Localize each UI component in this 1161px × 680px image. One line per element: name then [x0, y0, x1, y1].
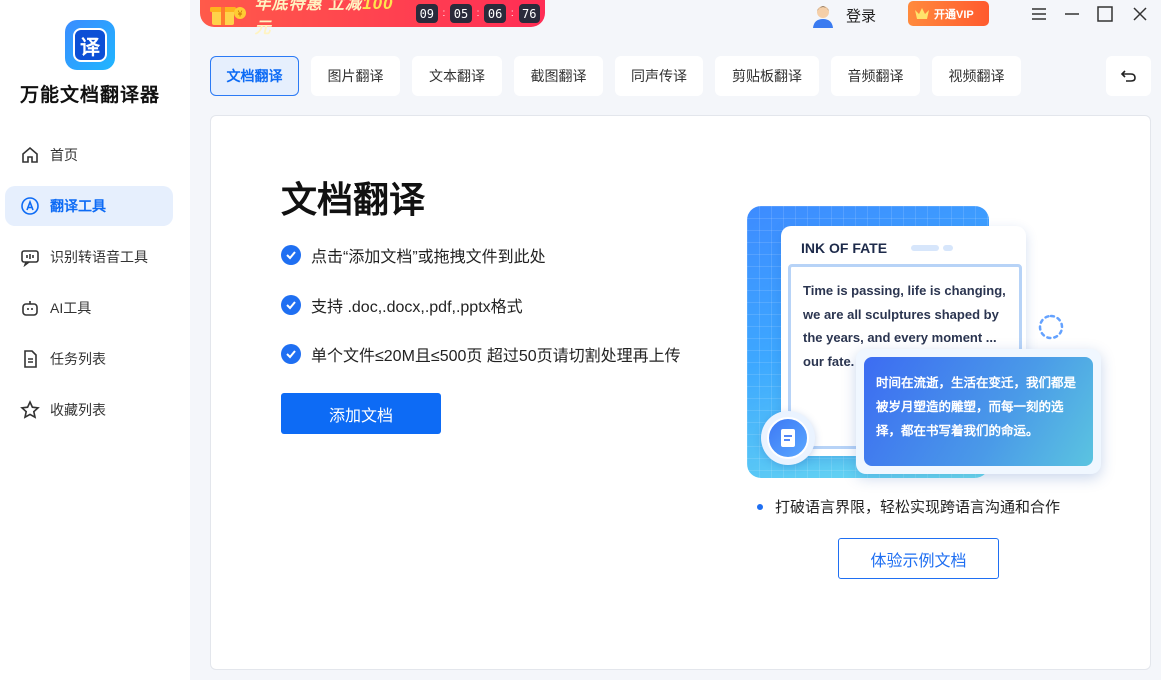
illustration-translation: 时间在流逝，生活在变迁，我们都是被岁月塑造的雕塑，而每一刻的选择，都在书写着我们…	[856, 349, 1101, 474]
tab-video-translate[interactable]: 视频翻译	[932, 56, 1021, 96]
sidebar-item-voice-tools[interactable]: 识别转语音工具	[5, 237, 173, 277]
app-name: 万能文档翻译器	[19, 85, 160, 106]
task-list-icon	[20, 349, 40, 369]
sidebar-item-label: 首页	[50, 147, 78, 163]
svg-text:¥: ¥	[237, 9, 242, 18]
sidebar-item-label: 翻译工具	[50, 198, 106, 214]
translate-icon	[20, 196, 40, 216]
maximize-icon[interactable]	[1095, 4, 1115, 24]
sidebar: 译 万能文档翻译器 首页 翻译工具 识别转语音工具 AI工具 任务列表 收藏列表	[0, 0, 190, 680]
check-icon	[281, 344, 301, 364]
countdown-minutes: 05	[450, 4, 472, 23]
main-panel: 文档翻译 点击“添加文档”或拖拽文件到此处 支持 .doc,.docx,.pdf…	[210, 115, 1151, 670]
sidebar-item-favorites[interactable]: 收藏列表	[5, 390, 173, 430]
gift-icon: ¥	[208, 0, 255, 27]
doc-title: INK OF FATE	[801, 240, 888, 256]
tab-document-translate[interactable]: 文档翻译	[210, 56, 299, 96]
sidebar-item-home[interactable]: 首页	[5, 135, 173, 175]
try-sample-document-button[interactable]: 体验示例文档	[838, 538, 999, 579]
tab-text-translate[interactable]: 文本翻译	[412, 56, 502, 96]
translation-text: 时间在流逝，生活在变迁，我们都是被岁月塑造的雕塑，而每一刻的选择，都在书写着我们…	[864, 357, 1093, 466]
feature-item: 支持 .doc,.docx,.pdf,.pptx格式	[281, 293, 523, 317]
add-document-button[interactable]: 添加文档	[281, 393, 441, 434]
sidebar-item-ai-tools[interactable]: AI工具	[5, 288, 173, 328]
app-logo: 译	[65, 20, 115, 70]
promo-text: 年底特惠 立减100元	[254, 0, 394, 37]
loading-spinner-icon	[1038, 314, 1064, 340]
tab-image-translate[interactable]: 图片翻译	[311, 56, 400, 96]
countdown-seconds: 06	[484, 4, 506, 23]
vip-button[interactable]: 开通VIP	[908, 1, 989, 26]
tab-simultaneous-interpretation[interactable]: 同声传译	[615, 56, 703, 96]
sidebar-item-label: 任务列表	[50, 351, 106, 367]
sidebar-item-label: 识别转语音工具	[50, 249, 148, 265]
feature-item: 单个文件≤20M且≤500页 超过50页请切割处理再上传	[281, 342, 681, 366]
undo-icon	[1120, 70, 1136, 82]
tab-audio-translate[interactable]: 音频翻译	[831, 56, 920, 96]
tagline: 打破语言界限，轻松实现跨语言沟通和合作	[757, 496, 1060, 517]
crown-icon	[915, 7, 929, 19]
logo-glyph: 译	[73, 28, 107, 62]
sidebar-nav: 首页 翻译工具 识别转语音工具 AI工具 任务列表 收藏列表	[5, 135, 173, 441]
voice-icon	[20, 247, 40, 267]
minimize-icon[interactable]	[1062, 4, 1082, 24]
check-icon	[281, 295, 301, 315]
page-title: 文档翻译	[281, 179, 426, 220]
countdown-hours: 09	[416, 4, 438, 23]
home-icon	[20, 145, 40, 165]
sidebar-item-label: 收藏列表	[50, 402, 106, 418]
undo-button[interactable]	[1106, 56, 1151, 96]
sidebar-item-task-list[interactable]: 任务列表	[5, 339, 173, 379]
close-icon[interactable]	[1130, 4, 1150, 24]
avatar[interactable]	[810, 2, 836, 28]
tab-clipboard-translate[interactable]: 剪贴板翻译	[715, 56, 819, 96]
menu-icon[interactable]	[1029, 4, 1049, 24]
countdown-ms: 76	[518, 4, 540, 23]
check-icon	[281, 245, 301, 265]
robot-icon	[20, 298, 40, 318]
login-link[interactable]: 登录	[846, 5, 876, 26]
star-icon	[20, 400, 40, 420]
tab-screenshot-translate[interactable]: 截图翻译	[514, 56, 603, 96]
document-icon	[761, 411, 815, 465]
sidebar-item-translate-tools[interactable]: 翻译工具	[5, 186, 173, 226]
feature-item: 点击“添加文档”或拖拽文件到此处	[281, 243, 546, 267]
promo-banner[interactable]: ¥ 年底特惠 立减100元 09 : 05 : 06 : 76	[200, 0, 545, 37]
sidebar-item-label: AI工具	[50, 300, 92, 316]
